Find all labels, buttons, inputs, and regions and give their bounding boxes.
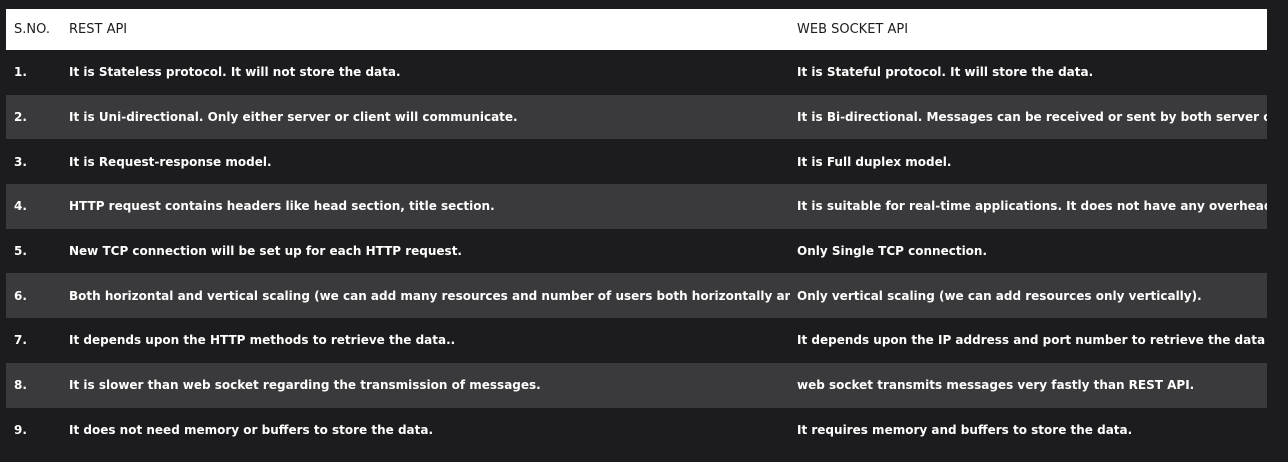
cell-ws: It is Stateful protocol. It will store t…	[797, 65, 1094, 80]
cell-rest: It is slower than web socket regarding t…	[69, 378, 541, 393]
cell-ws: It requires memory and buffers to store …	[797, 422, 1133, 437]
table-row: 1. It is Stateless protocol. It will not…	[6, 50, 1267, 95]
cell-sno: 9.	[14, 422, 27, 437]
cell-ws: web socket transmits messages very fastl…	[797, 378, 1195, 393]
cell-rest: It is Uni-directional. Only either serve…	[69, 110, 518, 125]
cell-rest: It is Stateless protocol. It will not st…	[69, 65, 401, 80]
cell-ws: It depends upon the IP address and port …	[797, 333, 1266, 348]
cell-sno: 4.	[14, 199, 27, 214]
header-web-socket-api: WEB SOCKET API	[797, 22, 909, 37]
cell-rest: Both horizontal and vertical scaling (we…	[69, 288, 790, 303]
cell-ws: It is Bi-directional. Messages can be re…	[797, 110, 1267, 125]
comparison-table: S.NO. REST API WEB SOCKET API 1. It is S…	[6, 9, 1267, 453]
cell-ws: It is Full duplex model.	[797, 154, 952, 169]
cell-rest: It does not need memory or buffers to st…	[69, 422, 434, 437]
table-row: 4. HTTP request contains headers like he…	[6, 184, 1267, 229]
cell-ws: Only Single TCP connection.	[797, 244, 988, 259]
header-sno: S.NO.	[14, 22, 50, 37]
cell-sno: 1.	[14, 65, 27, 80]
header-row: S.NO. REST API WEB SOCKET API	[6, 9, 1267, 50]
cell-ws: It is suitable for real-time application…	[797, 199, 1267, 214]
table-row: 6. Both horizontal and vertical scaling …	[6, 273, 1267, 319]
cell-sno: 3.	[14, 154, 27, 169]
comparison-table-container: S.NO. REST API WEB SOCKET API 1. It is S…	[6, 9, 1267, 453]
table-row: 9. It does not need memory or buffers to…	[6, 407, 1267, 453]
cell-rest: It is Request-response model.	[69, 154, 272, 169]
cell-sno: 2.	[14, 110, 27, 125]
header-rest-api: REST API	[69, 22, 128, 37]
table-body: 1. It is Stateless protocol. It will not…	[6, 50, 1267, 453]
cell-rest: HTTP request contains headers like head …	[69, 199, 495, 214]
cell-ws: Only vertical scaling (we can add resour…	[797, 288, 1202, 303]
cell-sno: 6.	[14, 288, 27, 303]
cell-sno: 8.	[14, 378, 27, 393]
table-row: 2. It is Uni-directional. Only either se…	[6, 94, 1267, 140]
table-header: S.NO. REST API WEB SOCKET API	[6, 9, 1267, 50]
cell-sno: 7.	[14, 333, 27, 348]
table-row: 8. It is slower than web socket regardin…	[6, 362, 1267, 408]
table-row: 5. New TCP connection will be set up for…	[6, 228, 1267, 274]
cell-rest: New TCP connection will be set up for ea…	[69, 244, 462, 259]
table-row: 7. It depends upon the HTTP methods to r…	[6, 318, 1267, 363]
table-row: 3. It is Request-response model. It is F…	[6, 139, 1267, 185]
cell-rest: It depends upon the HTTP methods to retr…	[69, 333, 456, 348]
cell-sno: 5.	[14, 244, 27, 259]
